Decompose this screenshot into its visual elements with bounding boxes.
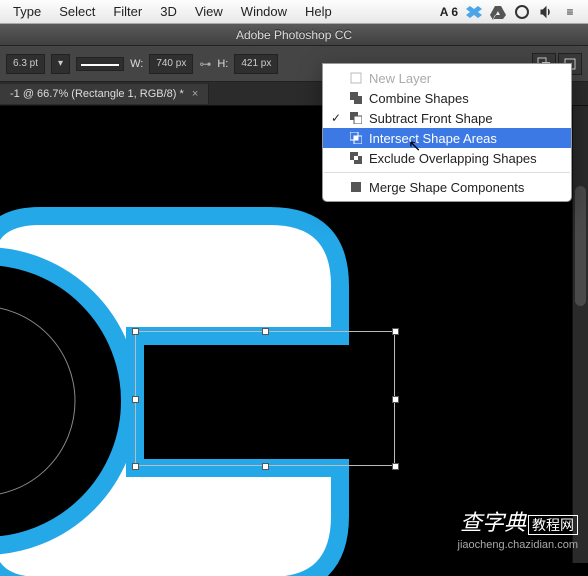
app-menu-bar: Type Select Filter 3D View Window Help A… xyxy=(0,0,588,24)
menu-type[interactable]: Type xyxy=(4,4,50,19)
close-icon[interactable]: × xyxy=(192,88,198,100)
stroke-dropdown[interactable]: ▾ xyxy=(51,54,70,74)
scrollbar-thumb[interactable] xyxy=(575,186,586,306)
path-operations-menu: New Layer Combine Shapes ✓ Subtract Fron… xyxy=(322,63,572,202)
menu-item-intersect[interactable]: Intersect Shape Areas xyxy=(323,128,571,148)
selection-box[interactable] xyxy=(135,331,395,466)
height-field[interactable]: 421 px xyxy=(234,54,278,74)
menu-status-area: A 6 ≡ xyxy=(440,4,584,20)
dropbox-icon[interactable] xyxy=(466,4,482,20)
scrollbar-vertical[interactable] xyxy=(572,106,588,563)
watermark: 查字典教程网 jiaocheng.chazidian.com xyxy=(458,505,578,551)
menu-item-exclude[interactable]: Exclude Overlapping Shapes xyxy=(323,148,571,168)
selection-handle-nw[interactable] xyxy=(132,328,139,335)
drive-icon[interactable] xyxy=(490,4,506,20)
stroke-preview[interactable] xyxy=(76,57,124,71)
stroke-weight-field[interactable]: 6.3 pt xyxy=(6,54,45,74)
selection-handle-se[interactable] xyxy=(392,463,399,470)
menu-item-combine-shapes[interactable]: Combine Shapes xyxy=(323,88,571,108)
menu-extras-icon[interactable]: ≡ xyxy=(562,4,578,20)
width-label: W: xyxy=(130,58,143,70)
creative-cloud-icon[interactable] xyxy=(514,4,530,20)
sound-icon[interactable] xyxy=(538,4,554,20)
link-dimensions-icon[interactable]: ⊶ xyxy=(199,57,211,71)
new-layer-icon xyxy=(349,71,363,85)
menu-item-subtract-front[interactable]: ✓ Subtract Front Shape xyxy=(323,108,571,128)
menu-window[interactable]: Window xyxy=(232,4,296,19)
menu-item-new-layer: New Layer xyxy=(323,68,571,88)
checkmark-icon: ✓ xyxy=(329,111,343,125)
menu-item-merge[interactable]: Merge Shape Components xyxy=(323,177,571,197)
selection-handle-w[interactable] xyxy=(132,396,139,403)
selection-handle-ne[interactable] xyxy=(392,328,399,335)
menu-filter[interactable]: Filter xyxy=(104,4,151,19)
window-titlebar: Adobe Photoshop CC xyxy=(0,24,588,46)
menu-3d[interactable]: 3D xyxy=(151,4,186,19)
menu-view[interactable]: View xyxy=(186,4,232,19)
document-tab-label: -1 @ 66.7% (Rectangle 1, RGB/8) * xyxy=(10,88,184,100)
intersect-icon xyxy=(349,131,363,145)
merge-icon xyxy=(349,180,363,194)
selection-handle-sw[interactable] xyxy=(132,463,139,470)
height-label: H: xyxy=(217,58,228,70)
exclude-icon xyxy=(349,151,363,165)
selection-handle-s[interactable] xyxy=(262,463,269,470)
selection-handle-n[interactable] xyxy=(262,328,269,335)
width-field[interactable]: 740 px xyxy=(149,54,193,74)
menu-select[interactable]: Select xyxy=(50,4,104,19)
document-tab[interactable]: -1 @ 66.7% (Rectangle 1, RGB/8) * × xyxy=(0,84,209,104)
subtract-icon xyxy=(349,111,363,125)
menu-separator xyxy=(324,172,570,173)
combine-icon xyxy=(349,91,363,105)
selection-handle-e[interactable] xyxy=(392,396,399,403)
behance-icon[interactable]: A 6 xyxy=(440,5,458,19)
menu-help[interactable]: Help xyxy=(296,4,341,19)
